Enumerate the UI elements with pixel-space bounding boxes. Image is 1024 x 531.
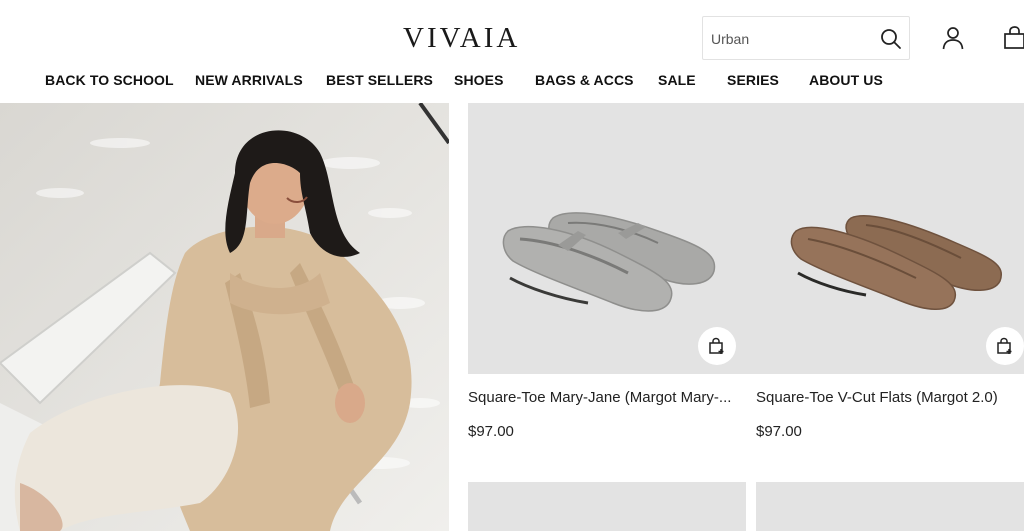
nav-item-shoes[interactable]: SHOES bbox=[454, 72, 504, 88]
product-price: $97.00 bbox=[468, 423, 514, 440]
product-image[interactable] bbox=[756, 103, 1024, 374]
add-to-bag-icon bbox=[709, 337, 724, 354]
quick-add-button[interactable] bbox=[986, 327, 1024, 365]
product-image[interactable] bbox=[468, 482, 746, 531]
search-input[interactable] bbox=[711, 28, 871, 50]
search-box[interactable] bbox=[702, 16, 910, 60]
search-icon[interactable] bbox=[880, 28, 902, 50]
user-icon[interactable] bbox=[941, 26, 965, 50]
hero-illustration bbox=[0, 103, 449, 531]
brand-logo[interactable]: VIVAIA bbox=[403, 22, 520, 55]
add-to-bag-icon bbox=[997, 337, 1012, 354]
nav-item-about-us[interactable]: ABOUT US bbox=[809, 72, 883, 88]
nav-item-bags-accs[interactable]: BAGS & ACCS bbox=[535, 72, 634, 88]
product-image[interactable] bbox=[756, 482, 1024, 531]
nav-item-new-arrivals[interactable]: NEW ARRIVALS bbox=[195, 72, 303, 88]
nav-item-sale[interactable]: SALE bbox=[658, 72, 696, 88]
nav-item-back-to-school[interactable]: BACK TO SCHOOL bbox=[45, 72, 174, 88]
product-title[interactable]: Square-Toe Mary-Jane (Margot Mary-... bbox=[468, 389, 753, 406]
shoe-illustration bbox=[790, 215, 1002, 310]
nav-item-series[interactable]: SERIES bbox=[727, 72, 779, 88]
shopping-bag-icon[interactable] bbox=[1003, 26, 1024, 50]
product-title[interactable]: Square-Toe V-Cut Flats (Margot 2.0) bbox=[756, 389, 1021, 406]
nav-item-best-sellers[interactable]: BEST SELLERS bbox=[326, 72, 433, 88]
hero-image[interactable] bbox=[0, 103, 449, 531]
product-price: $97.00 bbox=[756, 423, 802, 440]
quick-add-button[interactable] bbox=[698, 327, 736, 365]
main-nav: BACK TO SCHOOL NEW ARRIVALS BEST SELLERS… bbox=[0, 72, 1024, 94]
site-header: VIVAIA BACK TO SCHOOL NEW ARRIVALS BEST … bbox=[0, 0, 1024, 103]
